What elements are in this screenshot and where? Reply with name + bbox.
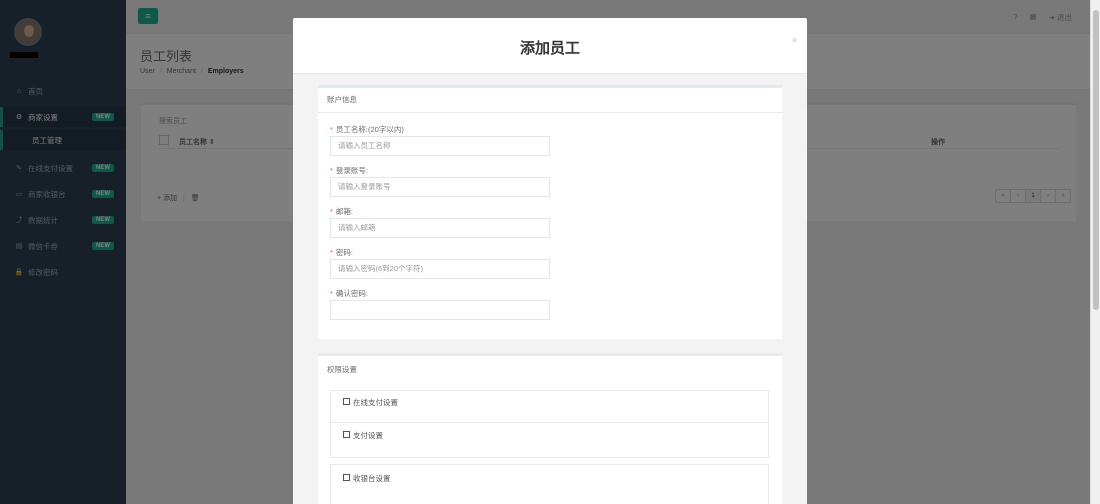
permission-label[interactable]: 支付设置 <box>353 430 383 441</box>
permission-checkbox[interactable] <box>343 431 350 438</box>
permission-row[interactable]: 收银台设置 <box>331 465 768 497</box>
permission-group-cashier: 收银台设置 <box>330 464 769 504</box>
page-scrollbar[interactable] <box>1090 0 1100 504</box>
permission-row[interactable]: 在线支付设置 <box>331 391 768 423</box>
scrollbar-thumb[interactable] <box>1093 10 1099 310</box>
employee-name-input[interactable]: 请输入员工名称 <box>330 136 550 156</box>
password-input[interactable]: 请输入密码(6到20个字符) <box>330 259 550 279</box>
add-employee-modal: 添加员工 × 账户信息 * 员工名称:(20字以内) 请输入员工名称 * 登录账号:… <box>293 18 807 504</box>
modal-header: 添加员工 × <box>293 18 807 74</box>
close-icon[interactable]: × <box>792 35 797 45</box>
modal-body[interactable]: 账户信息 * 员工名称:(20字以内) 请输入员工名称 * 登录账号: 请输入登录账… <box>293 74 807 504</box>
employee-name-label: * 员工名称:(20字以内) <box>330 125 404 134</box>
confirm-password-label: * 确认密码: <box>330 289 369 298</box>
permission-row[interactable]: 支付设置 <box>331 423 768 457</box>
email-label: * 邮箱: <box>330 207 354 216</box>
confirm-password-input[interactable] <box>330 300 550 320</box>
password-label: * 密码: <box>330 248 354 257</box>
permission-label[interactable]: 在线支付设置 <box>353 397 398 408</box>
login-account-input[interactable]: 请输入登录账号 <box>330 177 550 197</box>
permission-section: 权限设置 在线支付设置 支付设置 收银台设置 <box>318 353 782 504</box>
section-title: 权限设置 <box>327 365 357 374</box>
login-account-label: * 登录账号: <box>330 166 369 175</box>
section-title: 账户信息 <box>318 88 782 113</box>
permission-checkbox[interactable] <box>343 474 350 481</box>
permission-checkbox[interactable] <box>343 398 350 405</box>
permission-label[interactable]: 收银台设置 <box>353 473 391 484</box>
email-input[interactable]: 请输入邮箱 <box>330 218 550 238</box>
permission-group-online-payment: 在线支付设置 支付设置 <box>330 390 769 458</box>
account-info-section: 账户信息 * 员工名称:(20字以内) 请输入员工名称 * 登录账号: 请输入登录账… <box>318 85 782 339</box>
modal-title: 添加员工 <box>519 40 580 57</box>
